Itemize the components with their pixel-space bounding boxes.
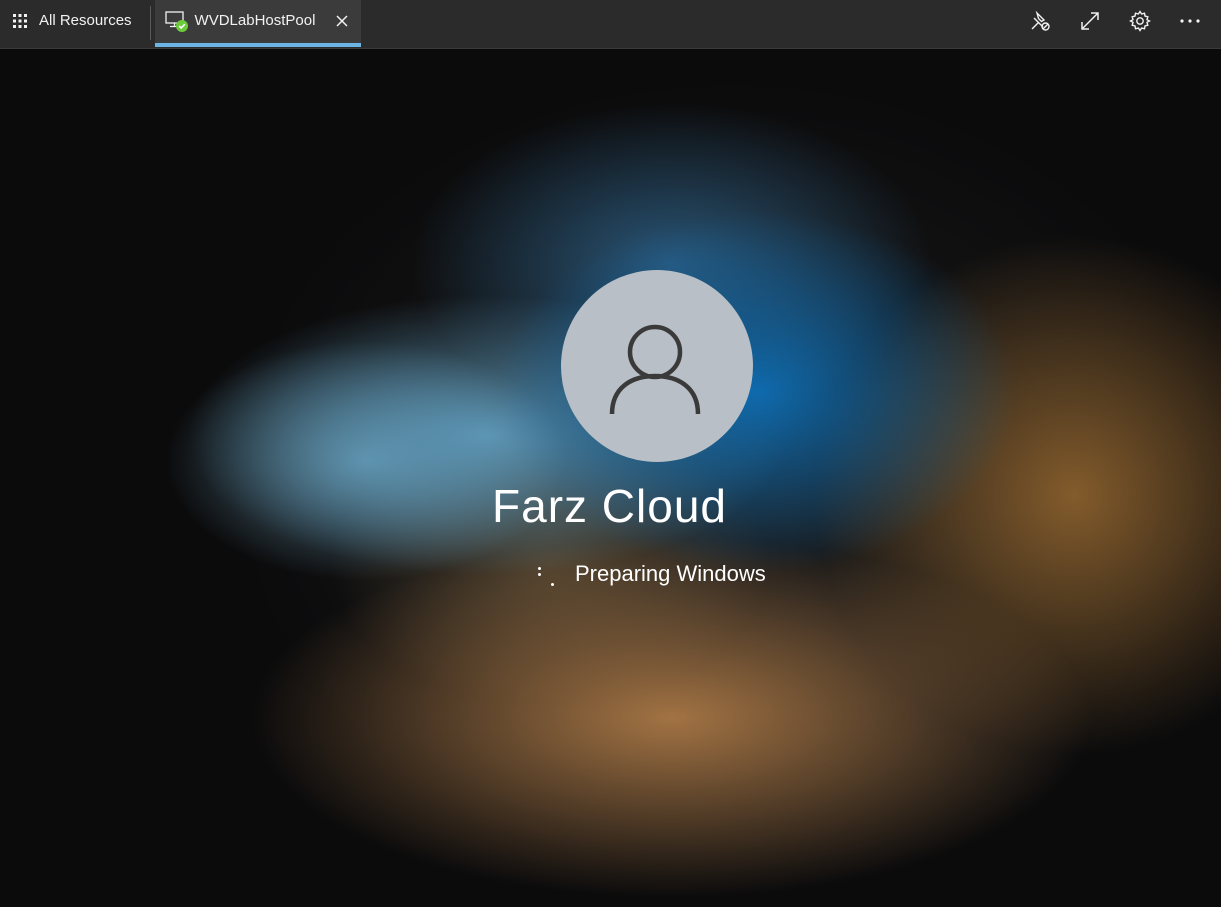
user-icon [609,324,701,415]
toolbar-divider [149,6,151,40]
top-bar: All Resources WVDLabHostPool [0,0,1221,49]
unpin-button[interactable] [1023,4,1057,38]
remote-session-view[interactable]: Farz Cloud Preparing Windows [0,49,1221,907]
fullscreen-button[interactable] [1073,4,1107,38]
remote-desktop-app: All Resources WVDLabHostPool Farz Cloud … [0,0,1221,907]
status-row: Preparing Windows [535,561,766,587]
apps-grid-icon [13,13,27,28]
tab-label: WVDLabHostPool [194,12,316,29]
all-resources-button[interactable]: All Resources [0,0,150,41]
lock-screen-wallpaper [0,49,1221,907]
tab-wvdlabhostpool[interactable]: WVDLabHostPool [154,0,361,47]
settings-button[interactable] [1123,4,1157,38]
more-options-button[interactable] [1173,4,1207,38]
close-icon [336,14,348,27]
user-avatar [561,270,753,462]
more-icon [1180,18,1200,23]
fullscreen-icon [1081,11,1099,30]
close-tab-button[interactable] [333,12,351,30]
status-text: Preparing Windows [575,561,766,586]
all-resources-label: All Resources [39,12,132,29]
settings-icon [1128,9,1152,32]
toolbar-actions [1007,0,1221,41]
monitor-connected-icon [164,10,188,32]
username: Farz Cloud [492,480,727,532]
unpin-icon [1031,10,1050,31]
loading-spinner-icon [535,561,559,587]
